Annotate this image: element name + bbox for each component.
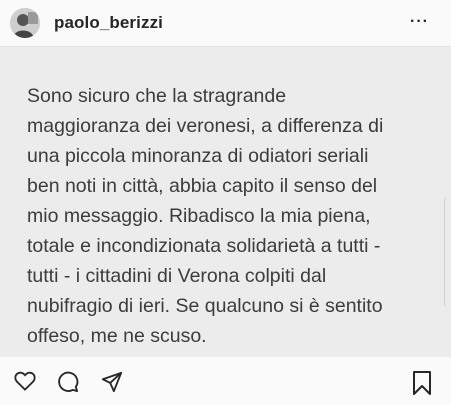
avatar-photo bbox=[10, 8, 40, 38]
carousel-edge bbox=[444, 197, 451, 307]
post-text: Sono sicuro che la stragrande maggioranz… bbox=[27, 85, 384, 347]
comment-icon[interactable] bbox=[57, 371, 79, 393]
bookmark-icon[interactable] bbox=[412, 371, 432, 395]
post-header: paolo_berizzi ··· bbox=[0, 0, 451, 46]
avatar[interactable] bbox=[10, 8, 40, 38]
heart-icon[interactable] bbox=[14, 371, 36, 391]
post-image: Sono sicuro che la stragrande maggioranz… bbox=[0, 46, 451, 357]
more-options-icon[interactable]: ··· bbox=[410, 13, 429, 31]
share-icon[interactable] bbox=[101, 371, 123, 393]
username[interactable]: paolo_berizzi bbox=[54, 13, 163, 33]
action-bar bbox=[0, 357, 451, 405]
